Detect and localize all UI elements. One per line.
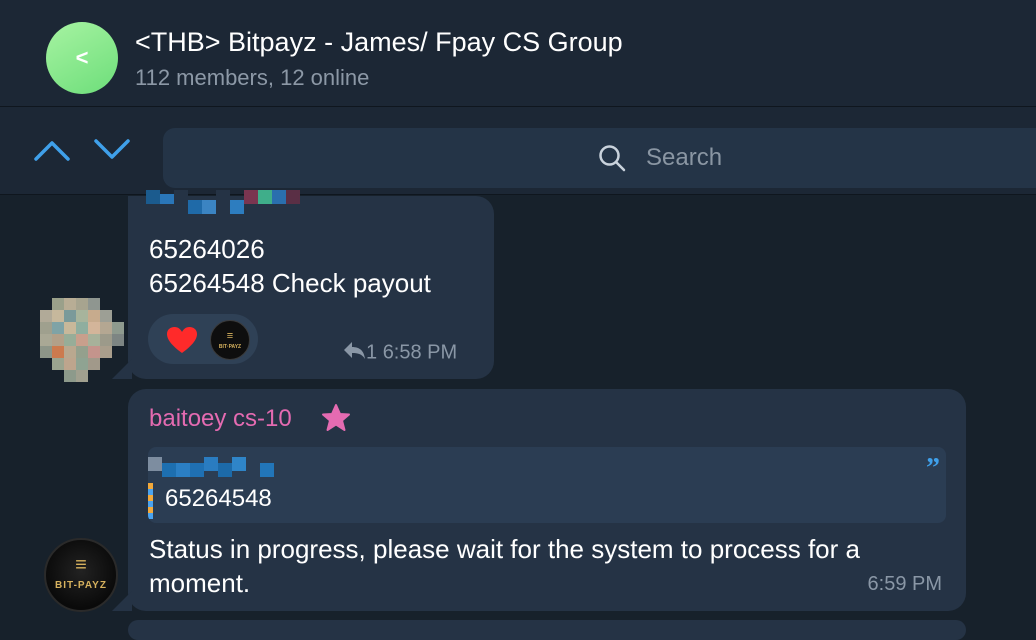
search-bar-row <box>0 107 1036 195</box>
star-icon <box>321 403 351 433</box>
message-text: 65264548 Check payout <box>149 268 431 298</box>
quote-text: 65264548 <box>165 485 272 512</box>
heart-icon[interactable] <box>166 326 198 354</box>
bitpayz-logo-icon: ≡ <box>226 330 234 342</box>
group-avatar[interactable]: < <box>46 22 118 94</box>
message-bubble[interactable]: baitoey cs-10 65264548 ” Status in progr… <box>128 389 966 611</box>
message-bubble[interactable]: 65264026 65264548 Check payout ≡ BIT·PAY… <box>128 190 494 379</box>
chat-subtitle: 112 members, 12 online <box>135 65 370 90</box>
chat-header: < <THB> Bitpayz - James/ Fpay CS Group 1… <box>0 0 1036 107</box>
redacted-quote-author <box>148 457 274 477</box>
message-bubble[interactable] <box>128 620 966 640</box>
message-text: Status in progress, please wait for the … <box>149 534 860 598</box>
chevron-up-icon[interactable] <box>33 137 71 163</box>
back-icon: < <box>75 45 89 70</box>
quote-accent-bar <box>148 483 153 519</box>
bitpayz-logo-icon: ≡ <box>75 554 87 576</box>
reply-count[interactable]: 1 <box>366 341 377 363</box>
sender-avatar-bitpayz[interactable]: ≡ BIT-PAYZ <box>44 538 118 612</box>
search-icon <box>598 144 626 172</box>
reactions-bar[interactable]: ≡ BIT·PAYZ <box>148 314 258 364</box>
search-input[interactable] <box>646 142 946 174</box>
search-box[interactable] <box>163 128 1036 188</box>
sender-name[interactable]: baitoey cs-10 <box>149 405 292 433</box>
reply-icon[interactable] <box>342 340 366 366</box>
reactor-avatar[interactable]: ≡ BIT·PAYZ <box>210 320 250 360</box>
sender-avatar[interactable] <box>40 298 124 382</box>
message-time: 6:59 PM <box>867 573 942 595</box>
message-meta: 1 6:58 PM <box>342 340 457 366</box>
message-text: 65264026 <box>149 234 265 264</box>
avatar-brand-label: BIT-PAYZ <box>55 580 107 591</box>
quote-icon: ” <box>926 453 940 484</box>
quoted-reply[interactable]: 65264548 ” <box>148 447 946 523</box>
reactor-avatar-label: BIT·PAYZ <box>218 344 242 350</box>
chevron-down-icon[interactable] <box>93 137 131 163</box>
redacted-sender-name <box>146 190 300 214</box>
message-time: 6:58 PM <box>382 341 458 364</box>
chat-title[interactable]: <THB> Bitpayz - James/ Fpay CS Group <box>135 27 623 58</box>
bubble-tail <box>112 591 132 611</box>
